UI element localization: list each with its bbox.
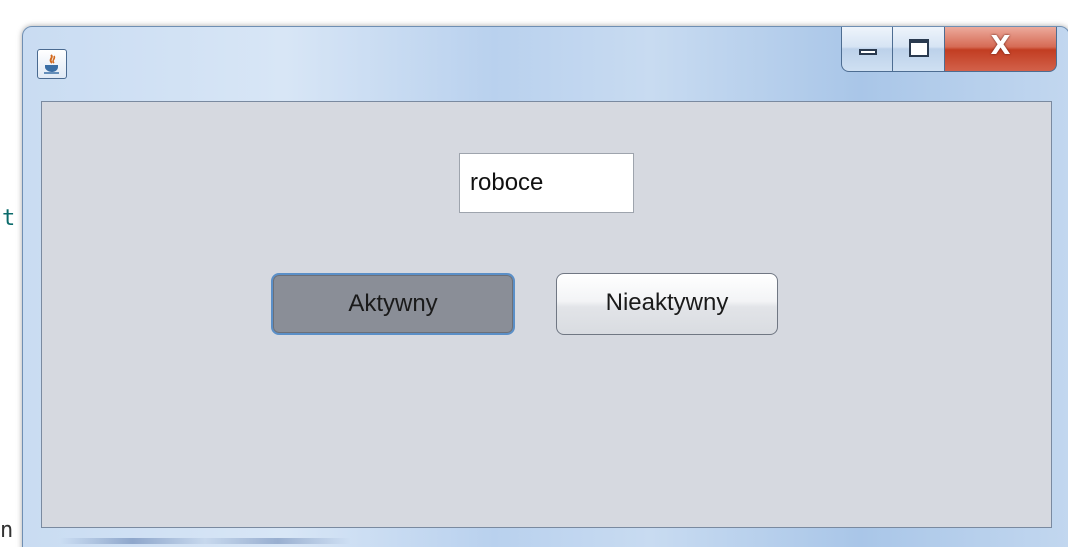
maximize-icon	[909, 39, 929, 57]
close-icon: X	[990, 31, 1011, 61]
taskbar-glow	[60, 538, 350, 544]
title-bar[interactable]: X	[23, 27, 1068, 101]
minimize-button[interactable]	[841, 27, 893, 72]
maximize-button[interactable]	[893, 27, 945, 72]
nieaktywny-button[interactable]: Nieaktywny	[556, 273, 778, 335]
desktop: t n X roboce Aktywny Nieaktywny	[0, 0, 1068, 547]
window-controls: X	[841, 27, 1057, 73]
app-window: X Aktywny Nieaktywny	[22, 26, 1068, 547]
content-panel: Aktywny Nieaktywny	[41, 101, 1052, 528]
text-input[interactable]	[459, 153, 634, 213]
background-editor-text: n	[0, 518, 14, 543]
close-button[interactable]: X	[945, 27, 1057, 72]
minimize-icon	[859, 49, 877, 55]
java-cup-icon[interactable]	[37, 49, 67, 79]
background-editor-text: t	[2, 206, 16, 231]
aktywny-button[interactable]: Aktywny	[271, 273, 515, 335]
